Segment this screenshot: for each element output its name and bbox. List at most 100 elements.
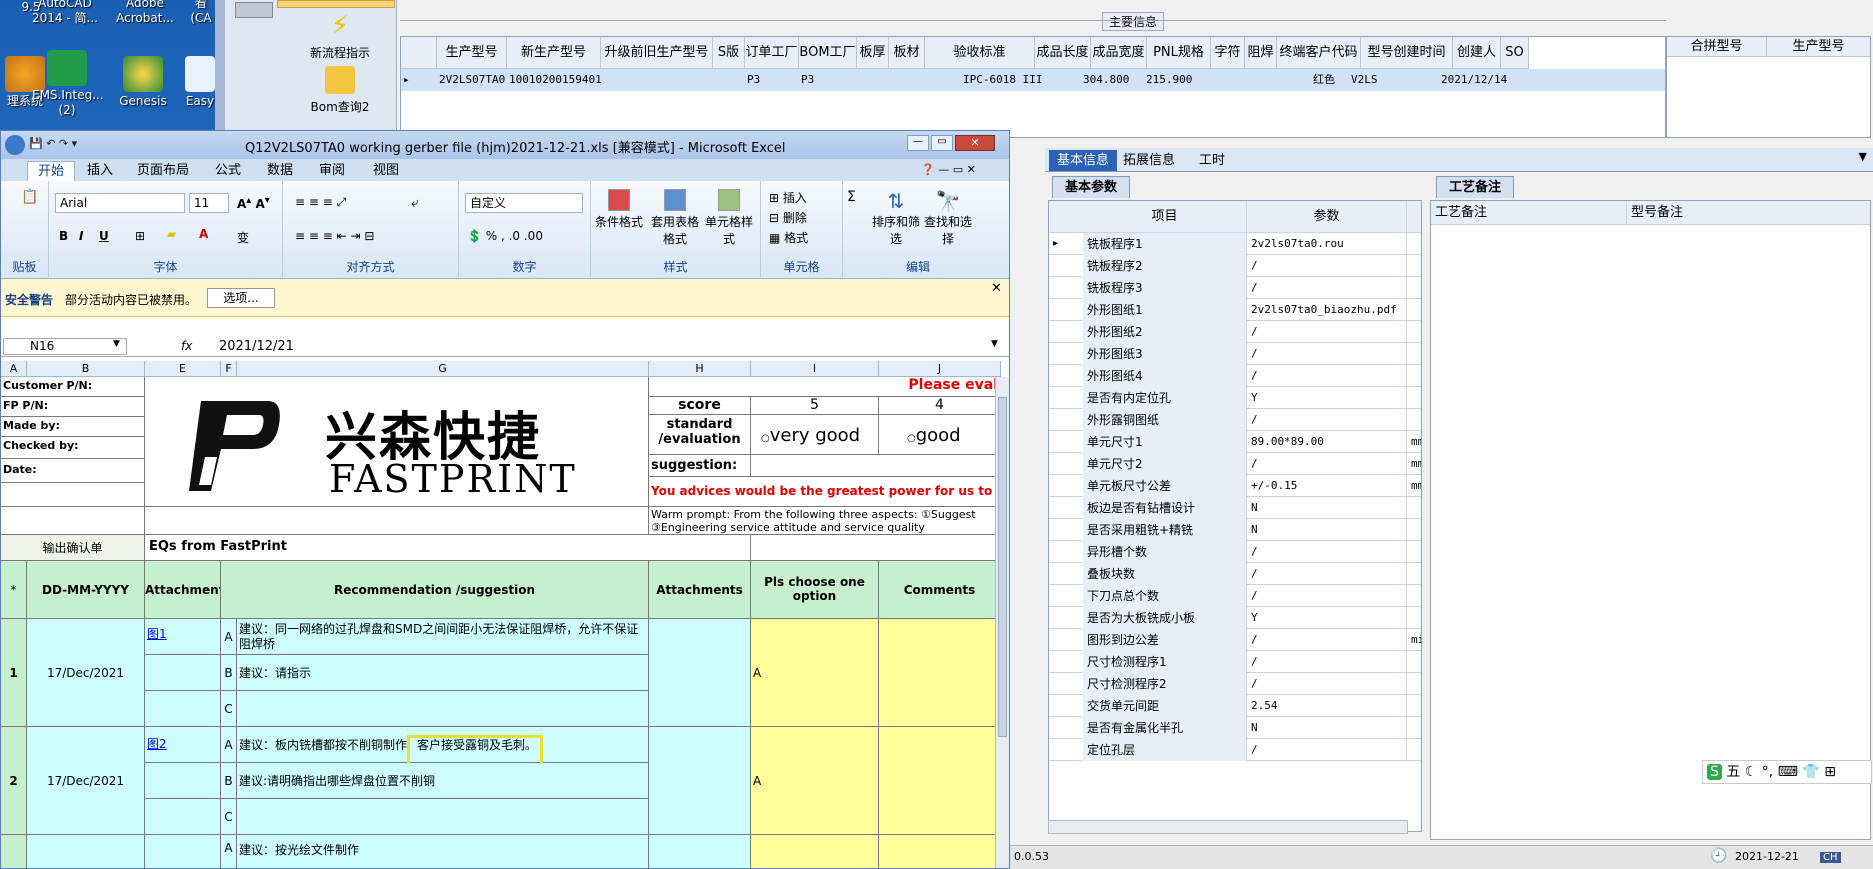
name-box[interactable]: N16 — [3, 338, 127, 355]
option-letter[interactable]: A — [221, 727, 237, 763]
col-header[interactable]: 订单工厂 — [745, 37, 799, 69]
param-name[interactable]: 异形槽个数 — [1083, 541, 1247, 563]
row-number[interactable]: 1 — [1, 619, 27, 727]
param-row[interactable]: 铣板程序3/ — [1049, 277, 1421, 299]
param-name[interactable]: 叠板块数 — [1083, 563, 1247, 585]
param-unit[interactable] — [1407, 541, 1421, 563]
font-grow-icon[interactable]: A▴ A▾ — [237, 195, 270, 211]
params-hscrollbar[interactable] — [1048, 820, 1408, 834]
empty-cell[interactable] — [145, 799, 221, 835]
merge-model-grid[interactable]: 合拼型号 生产型号 — [1666, 36, 1871, 138]
param-row[interactable]: 是否为大板铣成小板 Y — [1049, 607, 1421, 629]
param-value[interactable]: / — [1247, 739, 1407, 761]
param-unit[interactable]: mm — [1407, 431, 1421, 453]
row-number[interactable]: 2 — [1, 727, 27, 835]
param-value[interactable]: / — [1247, 585, 1407, 607]
tab-basic-params[interactable]: 基本参数 — [1052, 176, 1131, 198]
tray-lang[interactable]: CH — [1820, 852, 1841, 863]
param-unit[interactable] — [1407, 343, 1421, 365]
param-value[interactable]: 2v2ls07ta0.rou — [1247, 233, 1407, 255]
col-header[interactable]: 创建人 — [1453, 37, 1501, 69]
param-value[interactable]: / — [1247, 673, 1407, 695]
printer-icon[interactable] — [235, 2, 273, 18]
ems-shortcut[interactable]: EMS.Integ... (2) — [32, 50, 104, 118]
param-unit[interactable] — [1407, 233, 1421, 255]
made-by-label[interactable]: Made by: — [1, 417, 145, 437]
suggestion-a[interactable]: 建议：同一网络的过孔焊盘和SMD之间间距小无法保证阻焊桥，允许不保证阻焊桥 — [237, 619, 649, 655]
col-E[interactable]: E — [145, 361, 221, 377]
param-name[interactable]: 板边是否有钻槽设计 — [1083, 497, 1247, 519]
fp-pn-label[interactable]: FP P/N: — [1, 397, 145, 417]
param-unit[interactable] — [1407, 409, 1421, 431]
col-F[interactable]: F — [221, 361, 237, 377]
col-B[interactable]: B — [27, 361, 145, 377]
param-unit[interactable]: mm — [1407, 475, 1421, 497]
header-choose[interactable]: Pls choose one option — [751, 561, 879, 619]
col-header[interactable]: 生产型号 — [1767, 37, 1870, 57]
currency-icon[interactable]: 💲 % , .0 .00 — [467, 229, 543, 243]
col-G[interactable]: G — [237, 361, 649, 377]
col-H[interactable]: H — [649, 361, 751, 377]
launcher-new-flow[interactable]: ⚡ 新流程指示 — [285, 12, 395, 61]
param-value[interactable]: / — [1247, 563, 1407, 585]
param-name[interactable]: 外形露铜图纸 — [1083, 409, 1247, 431]
border-icon[interactable]: ⊞ — [135, 229, 145, 243]
font-name-select[interactable]: Arial — [55, 193, 185, 213]
param-row[interactable]: 定位孔层 / — [1049, 739, 1421, 761]
param-unit[interactable] — [1407, 497, 1421, 519]
col-header[interactable]: 参数 — [1247, 201, 1407, 233]
date-label[interactable]: Date: — [1, 459, 145, 483]
param-row[interactable]: 铣板程序2/ — [1049, 255, 1421, 277]
empty-cell[interactable] — [1, 507, 145, 535]
param-value[interactable]: 2v2ls07ta0_biaozhu.pdf — [1247, 299, 1407, 321]
delete-cells-button[interactable]: ⊟ 删除 — [769, 209, 807, 226]
param-row[interactable]: 叠板块数 / — [1049, 563, 1421, 585]
param-row[interactable]: 是否有内定位孔 Y — [1049, 387, 1421, 409]
suggestion-b[interactable]: 建议:请明确指出哪些焊盘位置不削铜 — [237, 763, 649, 799]
tabs-dropdown-icon[interactable]: ▼ — [1859, 150, 1867, 163]
col-header[interactable]: 升级前旧生产型号 — [601, 37, 713, 69]
header-attachment[interactable]: Attachment — [145, 561, 221, 619]
param-value[interactable]: Y — [1247, 607, 1407, 629]
tab-insert[interactable]: 插入 — [77, 161, 123, 181]
param-name[interactable]: 是否采用粗铣+精铣 — [1083, 519, 1247, 541]
param-row[interactable]: 图形到边公差/mil — [1049, 629, 1421, 651]
col-header[interactable]: 工艺备注 — [1431, 201, 1627, 225]
col-header[interactable]: 板材 — [889, 37, 925, 69]
header-attachments[interactable]: Attachments — [649, 561, 751, 619]
row-attachment[interactable]: 图1 — [145, 619, 221, 655]
param-unit[interactable] — [1407, 695, 1421, 717]
tab-basic-info[interactable]: 基本信息 — [1049, 150, 1118, 171]
excel-titlebar[interactable]: 💾 ↶ ↷ ▾ Q12V2LS07TA0 working gerber file… — [1, 131, 1009, 159]
close-button[interactable]: ✕ — [955, 135, 995, 151]
empty-cell[interactable] — [1, 483, 145, 507]
param-name[interactable]: 单元板尺寸公差 — [1083, 475, 1247, 497]
formula-input[interactable]: 2021/12/21 — [219, 339, 294, 354]
param-name[interactable]: 是否为大板铣成小板 — [1083, 607, 1247, 629]
param-row[interactable]: 板边是否有钻槽设计 N — [1049, 497, 1421, 519]
office-button[interactable] — [5, 135, 25, 155]
param-unit[interactable] — [1407, 321, 1421, 343]
param-unit[interactable] — [1407, 607, 1421, 629]
checked-by-label[interactable]: Checked by: — [1, 437, 145, 459]
score-5[interactable]: 5 — [751, 397, 879, 415]
please-evaluate[interactable]: Please eval — [649, 377, 1001, 397]
acrobat-shortcut[interactable]: Adobe Acrobat... — [110, 0, 180, 26]
col-header[interactable]: SO — [1501, 37, 1529, 69]
param-value[interactable]: / — [1247, 365, 1407, 387]
param-name[interactable]: 铣板程序1 — [1083, 233, 1247, 255]
param-row[interactable]: 单元尺寸189.00*89.00mm — [1049, 431, 1421, 453]
col-header[interactable]: 单位 — [1407, 201, 1421, 233]
score-label[interactable]: score — [649, 397, 751, 415]
tab-extended-info[interactable]: 拓展信息 — [1115, 150, 1183, 171]
phonetic-icon[interactable]: 变 — [237, 229, 249, 246]
param-value[interactable]: / — [1247, 651, 1407, 673]
param-value[interactable]: N — [1247, 717, 1407, 739]
row-attachments[interactable] — [649, 835, 751, 868]
col-header[interactable]: 型号创建时间 — [1361, 37, 1453, 69]
comments-cell[interactable] — [879, 727, 1001, 835]
param-row[interactable]: 尺寸检测程序1/ — [1049, 651, 1421, 673]
font-color-icon[interactable]: A — [199, 227, 208, 241]
option-letter[interactable]: C — [221, 799, 237, 835]
param-unit[interactable] — [1407, 519, 1421, 541]
